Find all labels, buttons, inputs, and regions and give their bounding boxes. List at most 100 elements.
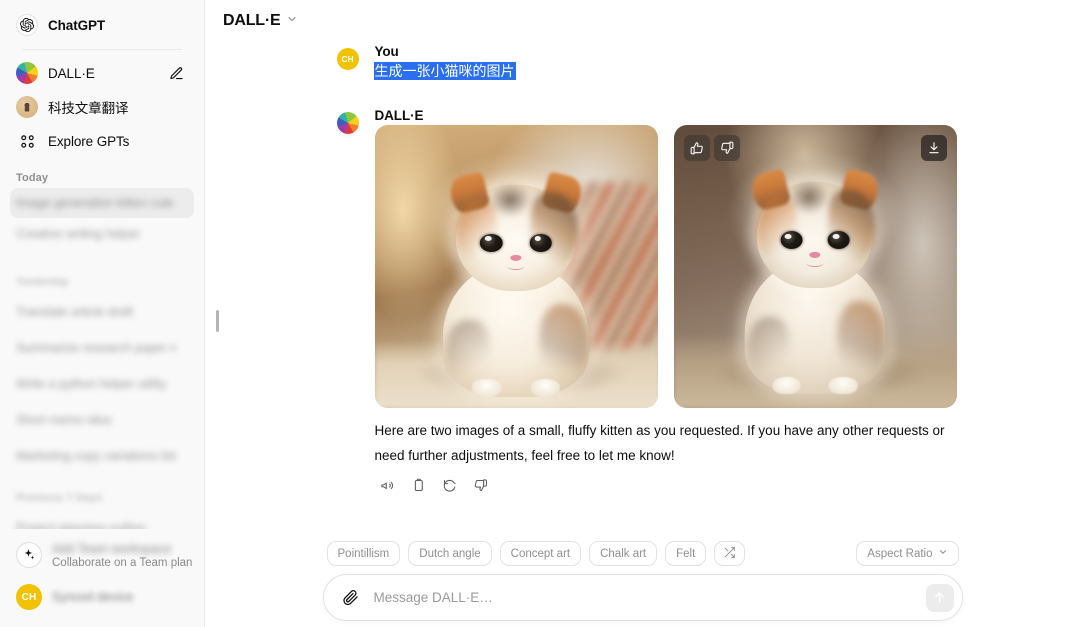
regenerate-icon[interactable] [437,472,463,498]
sidebar-item-label: ChatGPT [48,17,106,33]
kitten-illustration-2 [673,125,957,408]
assistant-message-body: DALL·E Here are two images of a small, f… [374,108,957,498]
chevron-down-icon [286,12,298,30]
assistant-message-text: Here are two images of a small, fluffy k… [374,423,945,463]
paperclip-icon[interactable] [338,585,364,611]
history-group-title-previous-7-days: Previous 7 Days [16,492,103,504]
upgrade-text-block: Add Team workspace Collaborate on a Team… [52,541,193,569]
sparkle-icon [16,542,42,568]
sidebar-top-section: ChatGPT DALL·E 科技文章翻译 Explore GPTs [0,0,204,158]
gpt-avatar-icon [16,96,38,118]
read-aloud-icon[interactable] [375,472,401,498]
chip-dutch-angle[interactable]: Dutch angle [408,541,492,566]
user-message-body: You 生成一张小猫咪的图片 [374,44,949,82]
sidebar-item-dalle[interactable]: DALL·E [10,56,194,90]
sidebar-item-chatgpt[interactable]: ChatGPT [10,8,194,42]
history-group-title-yesterday: Yesterday [16,276,69,288]
aspect-ratio-label: Aspect Ratio [867,547,933,560]
grid-apps-icon [16,130,38,152]
sidebar-item-tech-translate[interactable]: 科技文章翻译 [10,90,194,124]
aspect-ratio-dropdown[interactable]: Aspect Ratio [856,541,959,566]
dalle-logo-icon [16,62,38,84]
message-author: DALL·E [374,108,424,123]
thumbs-down-icon[interactable] [468,472,494,498]
sidebar-bottom-section: Add Team workspace Collaborate on a Team… [0,529,204,627]
generated-image-1[interactable] [374,125,658,408]
chip-pointillism[interactable]: Pointillism [326,541,401,566]
generated-images-row [374,125,957,408]
new-chat-edit-icon[interactable] [164,61,188,85]
user-name-label: Synced device [52,590,134,604]
chip-label: Felt [676,547,696,560]
search-input[interactable] [363,577,926,618]
history-item-label: Summarize research paper notes [16,341,176,355]
copy-icon[interactable] [406,472,432,498]
history-item[interactable]: Translate article draft [10,298,194,326]
history-item-label: Translate article draft [16,305,133,319]
openai-logo-icon [16,14,38,36]
upgrade-subtitle: Collaborate on a Team plan [52,556,193,569]
history-item[interactable]: Summarize research paper notes [10,334,194,362]
kitten-illustration-1 [374,125,658,408]
download-icon[interactable] [920,135,947,161]
thumbs-down-icon[interactable] [713,135,740,161]
history-item[interactable]: Short memo idea [10,406,194,434]
message-action-row [375,472,949,498]
image-feedback-group [683,135,740,161]
assistant-message: DALL·E Here are two images of a small, f… [336,108,957,498]
chip-label: Pointillism [337,547,390,560]
history-item-label: Creative writing helper [16,227,141,241]
chip-label: Chalk art [600,547,647,560]
composer-area: Pointillism Dutch angle Concept art Chal… [205,537,1080,627]
chip-label: Concept art [510,547,571,560]
history-item[interactable]: Creative writing helper [10,220,194,248]
sidebar-divider [22,49,182,50]
sidebar-collapse-handle[interactable] [216,310,219,332]
model-selector-button[interactable]: DALL·E [219,9,306,33]
history-item-label: Image generation kitten cute [16,196,174,210]
message-composer[interactable] [322,574,963,621]
image-download-group [920,135,947,161]
history-group-title-today: Today [16,172,49,184]
sidebar: ChatGPT DALL·E 科技文章翻译 Explore GPTs Today… [0,0,205,627]
top-bar: DALL·E [205,0,1080,34]
chip-chalk-art[interactable]: Chalk art [589,541,658,566]
avatar: CH [16,584,42,610]
sidebar-item-label: DALL·E [48,65,95,81]
history-item-label: Marketing copy variations list [16,449,176,463]
dalle-logo-icon [336,112,359,134]
message-author: You [374,44,399,59]
user-message-text: 生成一张小猫咪的图片 [374,63,515,79]
sidebar-item-explore-gpts[interactable]: Explore GPTs [10,124,194,158]
chevron-down-icon [938,547,948,560]
chatgpt-app-window: ChatGPT DALL·E 科技文章翻译 Explore GPTs Today… [0,0,1080,627]
page-title: DALL·E [223,12,281,29]
sidebar-item-label: Explore GPTs [48,133,130,149]
chip-felt[interactable]: Felt [665,541,707,566]
conversation-thread[interactable]: CH You 生成一张小猫咪的图片 DALL·E Here are two im… [205,34,1080,537]
chip-label: Dutch angle [419,547,481,560]
history-item[interactable]: Write a python helper utility [10,370,194,398]
user-message: CH You 生成一张小猫咪的图片 [336,44,949,82]
upgrade-title: Add Team workspace [52,541,172,556]
user-account-button[interactable]: CH Synced device [10,577,194,617]
generated-image-2[interactable] [673,125,957,408]
user-message-text-wrap: 生成一张小猫咪的图片 [374,61,949,82]
history-item-label: Write a python helper utility [16,377,167,391]
thumbs-up-icon[interactable] [683,135,710,161]
history-item-label: Short memo idea [16,413,112,427]
chip-concept-art[interactable]: Concept art [499,541,582,566]
suggestion-chips-row: Pointillism Dutch angle Concept art Chal… [323,537,963,574]
history-item[interactable]: Marketing copy variations list [10,442,194,470]
main-content: DALL·E CH You 生成一张小猫咪的图片 DALL·E Here are… [205,0,1080,627]
avatar: CH [336,48,359,70]
history-item[interactable]: Image generation kitten cute [10,188,194,218]
history-item[interactable]: Project planning outline [10,514,194,529]
sidebar-item-label: 科技文章翻译 [48,101,129,116]
history-item-label: Project planning outline [16,521,146,529]
send-button[interactable] [925,583,954,612]
add-team-workspace-button[interactable]: Add Team workspace Collaborate on a Team… [10,533,194,577]
chip-shuffle[interactable] [714,541,746,566]
shuffle-icon [723,546,736,562]
chat-history-list[interactable]: Today Image generation kitten cute Creat… [0,158,204,529]
